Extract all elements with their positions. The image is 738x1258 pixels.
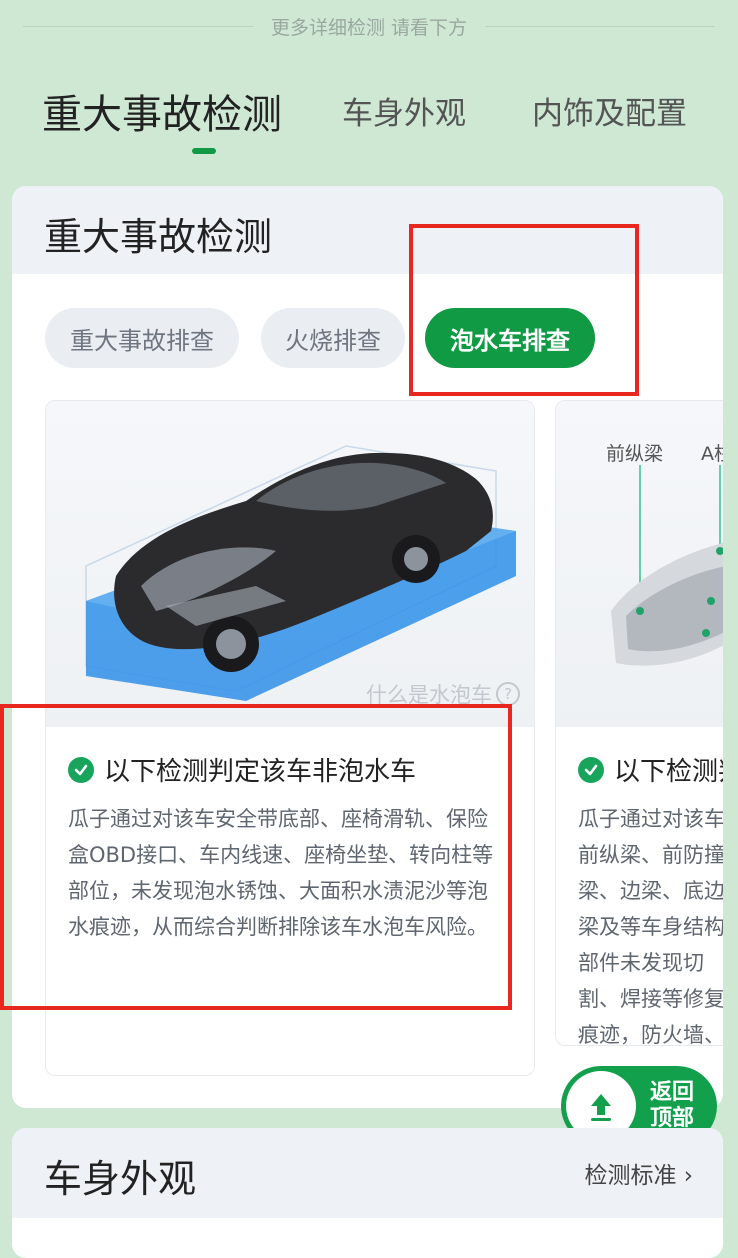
car-frame-illustration: 前纵梁 A柱 (556, 401, 723, 727)
check-circle-icon (578, 756, 604, 783)
check-circle-icon (68, 756, 94, 783)
structure-check-panel: 前纵梁 A柱 以下检测判定该车非事故车 瓜子通过对该车前纵梁、前防撞梁、边梁、底… (555, 400, 723, 1046)
card-header: 重大事故检测 (12, 186, 723, 274)
body-exterior-card: 车身外观 检测标准 › (12, 1128, 723, 1258)
more-details-divider: 更多详细检测 请看下方 (0, 8, 738, 44)
pill-fire-check[interactable]: 火烧排查 (261, 308, 405, 368)
major-accident-card: 重大事故检测 重大事故排查 火烧排查 泡水车排查 什么是水泡车 ? 以下检测判定… (12, 186, 723, 1108)
what-is-flood-car-link[interactable]: 什么是水泡车 ? (366, 679, 520, 709)
structure-result-title: 以下检测判定该车非事故车 (614, 757, 723, 787)
back-to-top-label: 返回顶部 (650, 1080, 695, 1131)
active-tab-indicator (192, 148, 216, 154)
top-tab-bar: 重大事故检测 车身外观 内饰及配置 (42, 88, 722, 168)
body-exterior-title: 车身外观 (44, 1157, 197, 1201)
inspection-standard-link[interactable]: 检测标准 › (584, 1156, 693, 1190)
flood-result-title: 以下检测判定该车非泡水车 (104, 757, 417, 787)
pill-flood-check[interactable]: 泡水车排查 (425, 308, 595, 368)
flood-result-description: 瓜子通过对该车安全带底部、座椅滑轨、保险盒OBD接口、车内线速、座椅坐垫、转向柱… (68, 807, 494, 939)
flood-check-panel: 什么是水泡车 ? 以下检测判定该车非泡水车 瓜子通过对该车安全带底部、座椅滑轨、… (45, 400, 535, 1076)
more-details-text: 更多详细检测 请看下方 (270, 16, 468, 39)
divider-line-right (485, 25, 716, 27)
structure-result-description: 瓜子通过对该车前纵梁、前防撞梁、边梁、底边梁及等车身结构部件未发现切割、焊接等修… (578, 807, 723, 1046)
flood-result-row: 以下检测判定该车非泡水车 (68, 751, 416, 788)
card-title: 重大事故检测 (44, 215, 273, 259)
label-a-pillar: A柱 (701, 443, 723, 465)
tab-major-accident[interactable]: 重大事故检测 (42, 82, 282, 140)
flood-car-illustration: 什么是水泡车 ? (46, 401, 534, 727)
question-icon: ? (496, 682, 520, 706)
divider-line-left (22, 25, 253, 27)
what-is-flood-car-label: 什么是水泡车 (366, 683, 492, 707)
tab-body-exterior[interactable]: 车身外观 (342, 88, 466, 133)
pill-major-accident-check[interactable]: 重大事故排查 (45, 308, 239, 368)
tab-interior-config[interactable]: 内饰及配置 (532, 88, 687, 133)
label-front-rail: 前纵梁 (606, 443, 664, 465)
body-exterior-header: 车身外观 检测标准 › (12, 1128, 723, 1218)
structure-result-row: 以下检测判定该车非事故车 (578, 751, 723, 788)
